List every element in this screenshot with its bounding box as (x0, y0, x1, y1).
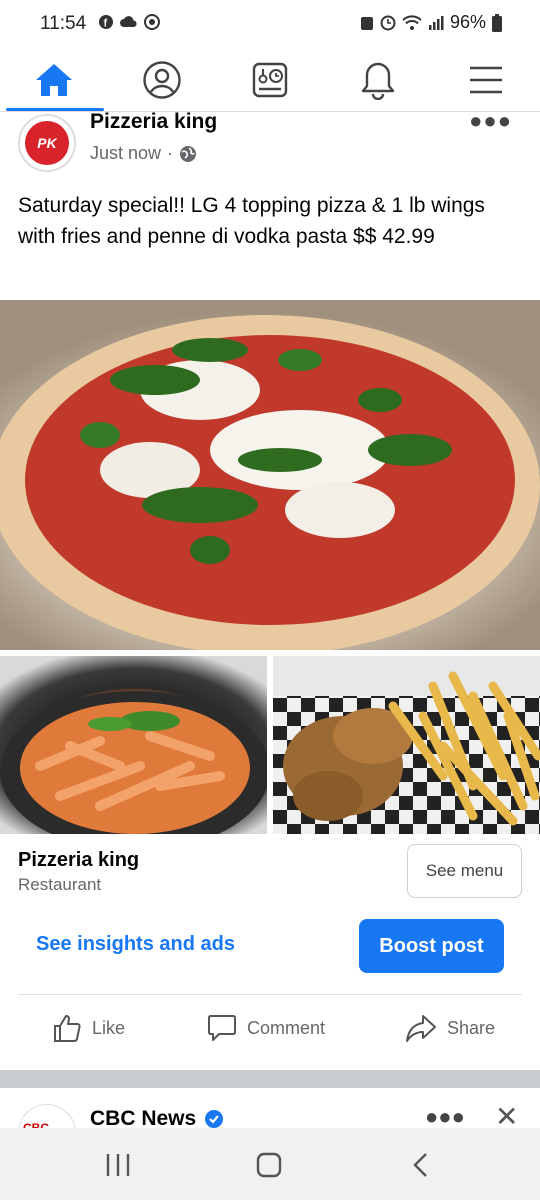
svg-text:f: f (104, 18, 108, 30)
thumbs-up-icon (54, 1015, 81, 1042)
post-timestamp[interactable]: Just now (90, 143, 161, 164)
status-bar: 11:54 f 96% (0, 0, 540, 48)
avatar-logo: PK (25, 121, 69, 165)
dashboard-icon (252, 62, 288, 98)
battery-level: 96% (449, 12, 486, 32)
dashboard-tab[interactable] (240, 54, 300, 106)
alarm-icon (360, 16, 373, 30)
comment-icon (208, 1015, 236, 1041)
see-menu-button[interactable]: See menu (407, 844, 522, 898)
pasta-illustration (0, 691, 267, 834)
clock-icon (380, 15, 396, 30)
post-image-wings-fries[interactable] (273, 656, 540, 834)
comment-label: Comment (247, 1017, 326, 1038)
comment-button[interactable]: Comment (207, 1008, 325, 1048)
verified-badge-icon (205, 1110, 224, 1128)
wifi-icon (402, 14, 422, 30)
home-icon (36, 64, 72, 96)
menu-icon (470, 66, 502, 94)
signal-icon (428, 15, 444, 30)
back-icon[interactable] (410, 1152, 432, 1178)
profile-tab[interactable] (132, 54, 192, 106)
chrome-icon (144, 14, 160, 30)
profile-icon (143, 61, 181, 99)
post-more-options-icon[interactable]: ●●● (469, 108, 512, 134)
post-image-pizza[interactable] (0, 300, 540, 650)
home-button-icon[interactable] (256, 1152, 282, 1178)
cloud-icon (120, 16, 137, 27)
battery-icon (492, 13, 502, 32)
menu-tab[interactable] (456, 54, 516, 106)
like-button[interactable]: Like (52, 1008, 125, 1048)
page-card-name[interactable]: Pizzeria king (18, 849, 139, 872)
like-label: Like (92, 1017, 126, 1038)
next-post-more-options-icon[interactable]: ●●● (425, 1104, 465, 1130)
share-icon (406, 1015, 436, 1042)
notifications-tab[interactable] (348, 54, 408, 106)
see-insights-link[interactable]: See insights and ads (36, 933, 235, 956)
share-label: Share (447, 1017, 496, 1038)
post-page-name[interactable]: Pizzeria king (90, 110, 217, 134)
post-meta: Just now · (90, 143, 197, 164)
action-divider (18, 994, 522, 995)
recent-apps-icon[interactable] (105, 1152, 131, 1178)
globe-icon (180, 145, 197, 162)
wings-fries-illustration (273, 656, 540, 826)
facebook-notification-icon: f (99, 15, 113, 30)
pizza-illustration (0, 315, 540, 650)
status-time: 11:54 (40, 13, 87, 34)
meta-separator: · (167, 143, 174, 163)
system-navigation-bar (0, 1128, 540, 1200)
top-navigation (0, 48, 540, 112)
home-tab[interactable] (24, 54, 84, 106)
feed-separator (0, 1070, 540, 1088)
page-avatar[interactable]: PK (18, 114, 76, 172)
boost-post-button[interactable]: Boost post (359, 919, 504, 973)
share-button[interactable]: Share (405, 1008, 495, 1048)
post-text: Saturday special!! LG 4 topping pizza & … (18, 194, 485, 248)
page-card-category: Restaurant (18, 875, 102, 894)
post-image-pasta[interactable] (0, 656, 267, 834)
notifications-icon (361, 62, 395, 100)
